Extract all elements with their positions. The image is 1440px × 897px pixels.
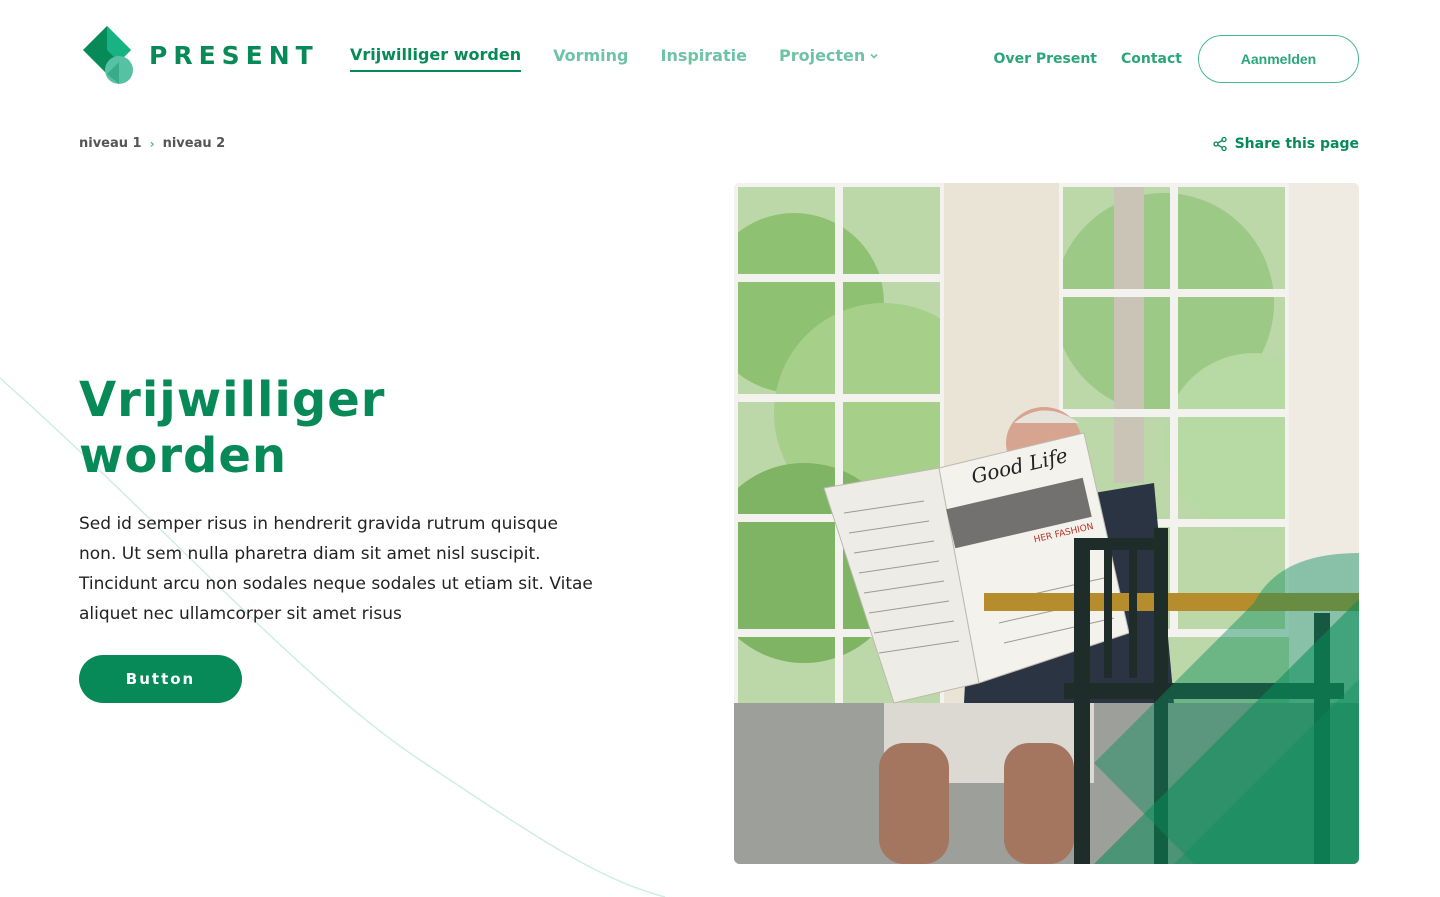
breadcrumb: niveau 1 › niveau 2 [79,136,225,151]
nav-item-vorming[interactable]: Vorming [553,45,628,72]
present-logo-icon [83,26,133,84]
share-label: Share this page [1234,136,1359,152]
nav-item-vrijwilliger-worden[interactable]: Vrijwilliger worden [350,45,522,72]
nav-item-projecten-label: Projecten [778,46,866,65]
page: PRESENT Vrijwilliger worden Vorming Insp… [0,0,1440,897]
breadcrumb-separator-icon: › [149,136,155,151]
nav-item-projecten[interactable]: Projecten [779,45,879,72]
aanmelden-button[interactable]: Aanmelden [1198,35,1359,83]
breadcrumb-level-2: niveau 2 [162,136,226,151]
brand-name: PRESENT [149,40,319,70]
page-title: Vrijwilliger worden [79,372,499,484]
over-present-link[interactable]: Over Present [994,51,1097,67]
utility-navigation: Over Present Contact Aanmelden [994,35,1359,83]
contact-link[interactable]: Contact [1121,51,1182,67]
breadcrumb-level-1[interactable]: niveau 1 [79,136,142,151]
page-title-line-1: Vrijwilliger [79,372,386,428]
brand-logo[interactable]: PRESENT [79,22,319,88]
hero-description: Sed id semper risus in hendrerit gravida… [79,514,593,624]
share-icon [1212,137,1227,151]
primary-button[interactable]: Button [79,655,242,703]
chevron-down-icon [870,53,878,59]
hero-photo: Good Life HER FASHION [734,183,1359,864]
nav-item-inspiratie[interactable]: Inspiratie [660,45,746,72]
share-page-link[interactable]: Share this page [1212,136,1359,152]
man-reading-newspaper-illustration: Good Life HER FASHION [734,183,1359,864]
main-navigation: Vrijwilliger worden Vorming Inspiratie P… [350,45,911,72]
page-title-line-2: worden [79,428,288,484]
